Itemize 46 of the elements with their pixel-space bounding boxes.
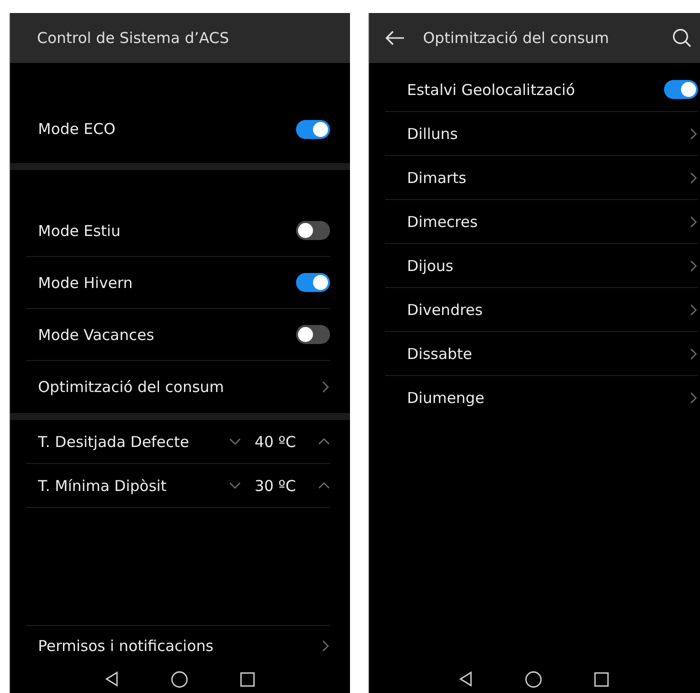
menu-item[interactable]: Dimarts (406, 156, 698, 199)
chevron-right-icon (689, 128, 698, 140)
chevron-right-icon (689, 216, 698, 228)
temperature-value: 30 ºC (254, 476, 296, 494)
chevron-right-icon (689, 392, 698, 404)
chevron-right-icon (689, 304, 698, 316)
setting-label: Mode Hivern (38, 274, 134, 292)
recents-icon[interactable] (594, 672, 610, 686)
screen-title: Control de Sistema d’ACS (37, 29, 230, 47)
menu-item[interactable]: Optimització del consum (38, 361, 330, 413)
setting-label: Mode Vacances (38, 326, 156, 344)
menu-item[interactable]: Dimecres (406, 200, 698, 243)
menu-item[interactable]: Dilluns (406, 112, 698, 155)
toggle-switch[interactable] (296, 221, 330, 240)
back-icon[interactable] (459, 671, 474, 687)
chevron-down-icon[interactable] (228, 480, 241, 491)
chevron-right-icon (689, 348, 698, 360)
setting-label: Estalvi Geolocalització (406, 80, 576, 98)
chevron-right-icon (320, 640, 330, 652)
menu-item[interactable]: Dijous (406, 244, 698, 287)
recents-icon[interactable] (240, 672, 255, 686)
setting-label: T. Desitjada Defecte (38, 432, 190, 450)
temperature-value: 40 ºC (254, 432, 296, 450)
back-icon[interactable] (104, 671, 119, 687)
menu-item[interactable]: Permisos i notificacions (38, 626, 330, 665)
menu-item[interactable]: Diumenge (406, 376, 698, 420)
search-icon[interactable] (672, 28, 692, 48)
chevron-right-icon (689, 260, 698, 272)
chevron-up-icon[interactable] (318, 480, 330, 491)
menu-item[interactable]: Divendres (406, 288, 698, 331)
back-arrow-icon[interactable] (384, 30, 405, 46)
screen-title: Optimització del consum (422, 29, 610, 47)
toggle-switch[interactable] (296, 325, 330, 344)
toggle-switch[interactable] (664, 80, 698, 99)
setting-label: Mode Estiu (38, 222, 122, 240)
chevron-down-icon[interactable] (228, 436, 241, 447)
menu-item[interactable]: Dissabte (406, 332, 698, 375)
toggle-switch[interactable] (296, 273, 330, 292)
setting-label: T. Mínima Dipòsit (38, 476, 168, 494)
home-icon[interactable] (525, 670, 542, 688)
chevron-right-icon (689, 172, 698, 184)
chevron-right-icon (320, 381, 330, 393)
home-icon[interactable] (170, 670, 188, 688)
setting-label: Mode ECO (38, 120, 116, 138)
toggle-switch[interactable] (296, 120, 330, 138)
chevron-up-icon[interactable] (318, 436, 330, 447)
